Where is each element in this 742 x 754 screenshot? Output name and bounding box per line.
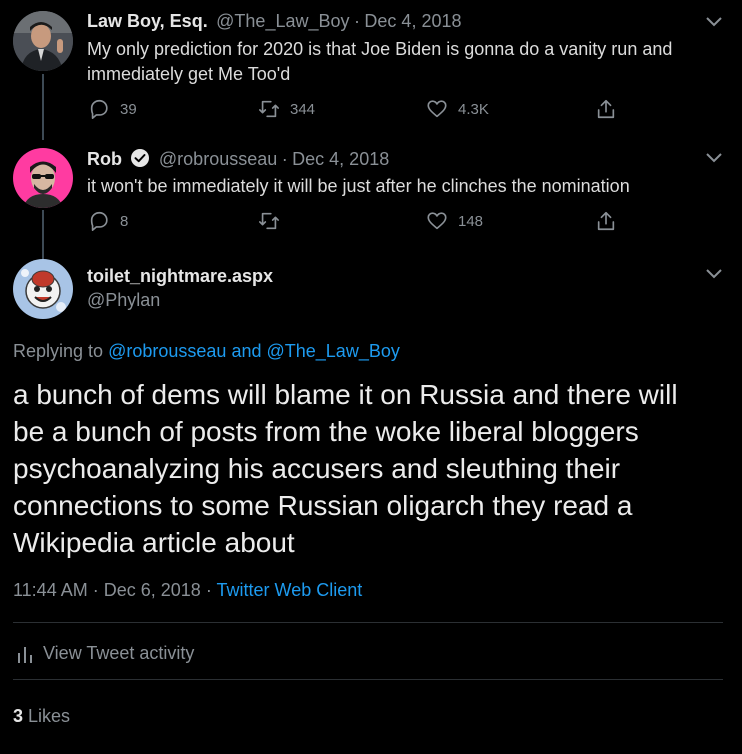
reply-count: 8	[120, 212, 129, 230]
view-activity-label: View Tweet activity	[43, 643, 195, 663]
tweet-date[interactable]: Dec 4, 2018	[292, 149, 389, 169]
likes-label: Likes	[28, 706, 71, 726]
tweet-text: My only prediction for 2020 is that Joe …	[87, 39, 673, 84]
reply-icon	[90, 211, 108, 231]
author-name[interactable]: Rob	[87, 149, 122, 169]
replying-user-link[interactable]: @The_Law_Boy	[267, 341, 400, 361]
separator: ·	[281, 149, 288, 169]
heart-icon	[427, 212, 447, 230]
thread-line-2	[42, 210, 44, 260]
share-icon	[597, 99, 615, 119]
replying-prefix: Replying to	[13, 341, 104, 361]
main-tweet-text: a bunch of dems will blame it on Russia …	[13, 379, 678, 558]
verified-badge-icon	[131, 149, 150, 167]
replying-and[interactable]: and	[231, 341, 261, 361]
share-button[interactable]	[595, 98, 617, 120]
avatar[interactable]	[13, 259, 73, 319]
tweet-header: Law Boy, Esq. @The_Law_Boy · Dec 4, 2018	[87, 11, 462, 32]
like-count: 148	[458, 212, 484, 230]
view-activity-button[interactable]: View Tweet activity	[17, 643, 194, 664]
tweet-date[interactable]: Dec 6, 2018	[104, 580, 201, 600]
like-button[interactable]: 148	[426, 210, 483, 232]
divider	[13, 622, 723, 623]
retweet-count: 344	[290, 100, 316, 118]
author-name[interactable]: Law Boy, Esq.	[87, 11, 208, 31]
reply-icon	[90, 99, 108, 119]
retweet-button[interactable]: 344	[258, 98, 315, 120]
like-count: 4.3K	[458, 100, 489, 118]
share-button[interactable]	[595, 210, 617, 232]
tweet-header: Rob @robrousseau · Dec 4, 2018	[87, 148, 389, 170]
separator: ·	[92, 580, 99, 600]
replying-to: Replying to @robrousseau and @The_Law_Bo…	[13, 341, 400, 362]
analytics-icon	[18, 646, 32, 663]
heart-icon	[427, 100, 447, 118]
avatar[interactable]	[13, 11, 73, 71]
like-button[interactable]: 4.3K	[426, 98, 489, 120]
law-boy-avatar-image	[13, 11, 73, 71]
client-link[interactable]: Twitter Web Client	[217, 580, 363, 600]
reply-button[interactable]: 39	[88, 98, 137, 120]
author-name[interactable]: toilet_nightmare.aspx	[87, 266, 273, 287]
retweet-icon	[259, 212, 279, 230]
author-handle[interactable]: @The_Law_Boy	[216, 11, 349, 31]
reply-button[interactable]: 8	[88, 210, 128, 232]
reply-count: 39	[120, 100, 137, 118]
tweet-text: it won't be immediately it will be just …	[87, 176, 630, 196]
divider	[13, 679, 723, 680]
phylan-avatar-image	[13, 259, 73, 319]
likes-stat[interactable]: 3 Likes	[13, 706, 70, 727]
chevron-down-icon[interactable]	[705, 152, 723, 164]
replying-user-link[interactable]: @robrousseau	[108, 341, 226, 361]
retweet-icon	[259, 100, 279, 118]
chevron-down-icon[interactable]	[705, 16, 723, 28]
likes-count: 3	[13, 706, 24, 726]
retweet-button[interactable]	[258, 210, 290, 232]
tweet-date[interactable]: Dec 4, 2018	[364, 11, 461, 31]
separator: ·	[353, 11, 360, 31]
author-handle[interactable]: @robrousseau	[159, 149, 277, 169]
separator: ·	[205, 580, 212, 600]
author-handle[interactable]: @Phylan	[87, 290, 160, 311]
chevron-down-icon[interactable]	[705, 268, 723, 280]
avatar[interactable]	[13, 148, 73, 208]
thread-line-1	[42, 74, 44, 140]
share-icon	[597, 211, 615, 231]
tweet-meta: 11:44 AM · Dec 6, 2018 · Twitter Web Cli…	[13, 580, 362, 601]
tweet-time[interactable]: 11:44 AM	[13, 580, 88, 600]
rob-avatar-image	[13, 148, 73, 208]
